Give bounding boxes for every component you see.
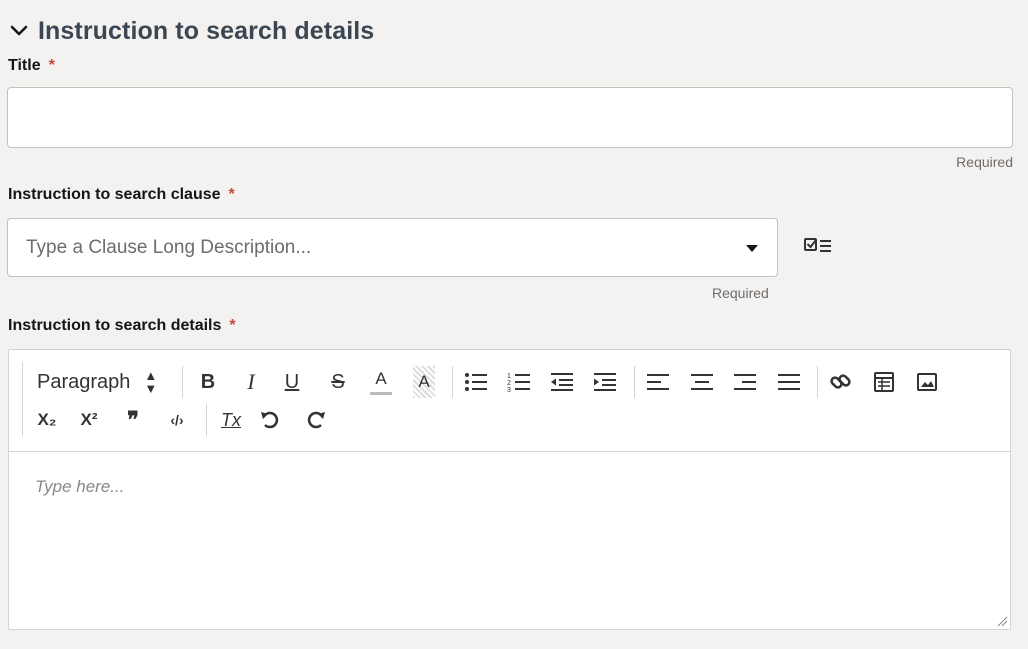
font-color-button[interactable]: A <box>370 366 392 395</box>
code-button[interactable]: ‹/› <box>164 404 190 436</box>
required-mark: * <box>48 57 55 74</box>
editor-content-area[interactable]: Type here... <box>9 452 1010 629</box>
resize-handle-icon[interactable] <box>996 615 1008 627</box>
caret-down-icon[interactable] <box>745 243 759 253</box>
clear-format-button[interactable]: Tx <box>218 404 244 436</box>
checklist-icon[interactable] <box>803 236 833 258</box>
image-icon[interactable] <box>916 371 938 393</box>
indent-icon[interactable] <box>593 372 617 392</box>
details-label-text: Instruction to search details <box>8 317 222 334</box>
details-label: Instruction to search details * <box>8 317 236 335</box>
blockquote-button[interactable]: ❞ <box>121 404 145 436</box>
svg-text:3: 3 <box>507 387 511 393</box>
rich-text-editor: Paragraph ▲ ▼ B I U S A A 1 2 3 X₂ X² ❞ … <box>8 349 1011 630</box>
toolbar-divider <box>817 366 818 398</box>
svg-text:2: 2 <box>507 380 511 387</box>
paragraph-format-select[interactable]: Paragraph ▲ ▼ <box>37 366 157 398</box>
align-left-icon[interactable] <box>646 372 670 392</box>
link-icon[interactable] <box>829 371 853 393</box>
undo-icon[interactable] <box>259 410 281 430</box>
toolbar-row-1: Paragraph ▲ ▼ B I U S A A 1 2 3 <box>9 366 1010 398</box>
svg-text:1: 1 <box>507 373 511 380</box>
required-mark: * <box>228 186 235 203</box>
editor-placeholder: Type here... <box>35 477 125 496</box>
required-mark: * <box>229 317 236 334</box>
clause-label-text: Instruction to search clause <box>8 186 221 203</box>
section-header[interactable]: Instruction to search details <box>8 14 374 48</box>
section-title: Instruction to search details <box>38 16 375 45</box>
clause-label: Instruction to search clause * <box>8 186 235 204</box>
strikethrough-button[interactable]: S <box>327 366 349 398</box>
toolbar-divider <box>634 366 635 398</box>
editor-toolbar: Paragraph ▲ ▼ B I U S A A 1 2 3 X₂ X² ❞ … <box>9 350 1010 452</box>
align-right-icon[interactable] <box>733 372 757 392</box>
align-center-icon[interactable] <box>690 372 714 392</box>
chevron-down-icon <box>10 25 28 36</box>
toolbar-row-2: X₂ X² ❞ ‹/› Tx <box>9 404 1010 436</box>
clause-placeholder: Type a Clause Long Description... <box>26 237 312 258</box>
toolbar-divider <box>206 404 207 436</box>
bulleted-list-icon[interactable] <box>464 372 488 392</box>
title-helper-text: Required <box>956 154 1013 170</box>
subscript-button[interactable]: X₂ <box>34 404 60 436</box>
outdent-icon[interactable] <box>550 372 574 392</box>
clause-helper-text: Required <box>712 285 769 301</box>
toolbar-divider <box>452 366 453 398</box>
superscript-button[interactable]: X² <box>75 404 103 436</box>
toolbar-divider <box>182 366 183 398</box>
paragraph-format-label: Paragraph <box>37 370 131 393</box>
title-input[interactable] <box>7 87 1013 148</box>
clause-select[interactable]: Type a Clause Long Description... <box>7 218 778 277</box>
italic-button[interactable]: I <box>240 366 262 398</box>
title-label-text: Title <box>8 57 41 74</box>
background-color-button[interactable]: A <box>413 366 435 398</box>
redo-icon[interactable] <box>305 410 327 430</box>
numbered-list-icon[interactable]: 1 2 3 <box>507 371 531 393</box>
sort-arrows-icon: ▲ ▼ <box>144 368 158 396</box>
underline-button[interactable]: U <box>281 366 303 398</box>
table-icon[interactable] <box>873 371 895 393</box>
bold-button[interactable]: B <box>197 366 219 398</box>
title-label: Title * <box>8 57 55 75</box>
justify-icon[interactable] <box>777 372 801 392</box>
